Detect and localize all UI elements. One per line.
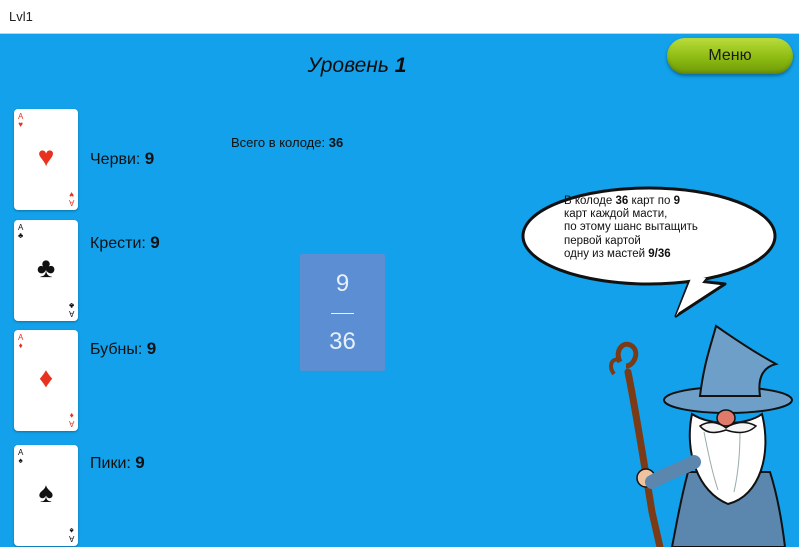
card-corner-top: A ♣ xyxy=(18,223,24,240)
card-spades: A ♠ ♠ A ♠ xyxy=(14,445,78,546)
suit-label-diamonds: Бубны: 9 xyxy=(90,339,156,359)
level-word: Уровень xyxy=(307,54,389,77)
club-icon: ♣ xyxy=(18,231,24,240)
level-number: 1 xyxy=(394,54,407,77)
suit-name: Бубны: xyxy=(90,341,143,358)
deck-total-value: 36 xyxy=(328,135,344,150)
diamond-icon: ♦ xyxy=(38,362,54,393)
suit-count: 9 xyxy=(150,233,160,252)
probability-fraction-card: 9 36 xyxy=(300,254,385,371)
heart-icon: ♥ xyxy=(37,141,55,172)
suit-name: Черви: xyxy=(90,151,141,168)
deck-total-label: Всего в колоде: xyxy=(231,135,326,150)
game-stage: Уровень 1 Меню A ♥ ♥ A ♥ Черви: 9 A ♣ ♣ A ♣ … xyxy=(0,34,799,547)
window-titlebar: Lvl1 xyxy=(0,0,799,34)
card-corner-bottom: A ♥ xyxy=(68,190,74,207)
heart-icon: ♥ xyxy=(68,190,74,199)
suit-count: 9 xyxy=(135,453,145,472)
fraction-numerator: 9 xyxy=(335,270,350,297)
card-corner-top: A ♠ xyxy=(18,448,24,465)
heart-icon: ♥ xyxy=(18,120,24,129)
menu-button-label: Меню xyxy=(708,47,752,64)
spade-icon: ♠ xyxy=(18,456,23,465)
card-corner-bottom: A ♦ xyxy=(68,411,74,428)
suit-label-clubs: Крести: 9 xyxy=(90,233,160,253)
card-corner-bottom: A ♠ xyxy=(68,526,74,543)
speech-bubble-text: В колоде 36 карт по 9 карт каждой масти,… xyxy=(564,195,698,260)
club-icon: ♣ xyxy=(36,252,56,283)
level-title: Уровень 1 xyxy=(0,54,714,78)
window-title: Lvl1 xyxy=(9,9,33,24)
spade-icon: ♠ xyxy=(38,477,54,508)
card-clubs: A ♣ ♣ A ♣ xyxy=(14,220,78,321)
card-corner-top: A ♦ xyxy=(18,333,24,350)
fraction-denominator: 36 xyxy=(329,328,356,355)
club-icon: ♣ xyxy=(68,301,74,310)
card-corner-top: A ♥ xyxy=(18,112,24,129)
menu-button[interactable]: Меню xyxy=(667,38,793,74)
suit-label-hearts: Черви: 9 xyxy=(90,149,154,169)
card-corner-bottom: A ♣ xyxy=(68,301,74,318)
card-hearts: A ♥ ♥ A ♥ xyxy=(14,109,78,210)
card-diamonds: A ♦ ♦ A ♦ xyxy=(14,330,78,431)
wizard-illustration xyxy=(609,324,793,547)
diamond-icon: ♦ xyxy=(69,411,74,420)
suit-label-spades: Пики: 9 xyxy=(90,453,145,473)
fraction-bar xyxy=(331,313,354,314)
suit-name: Пики: xyxy=(90,455,131,472)
deck-total: Всего в колоде: 36 xyxy=(231,135,343,150)
spade-icon: ♠ xyxy=(69,526,74,535)
suit-count: 9 xyxy=(144,149,155,168)
diamond-icon: ♦ xyxy=(18,341,23,350)
suit-count: 9 xyxy=(146,339,157,358)
suit-name: Крести: xyxy=(90,235,146,252)
